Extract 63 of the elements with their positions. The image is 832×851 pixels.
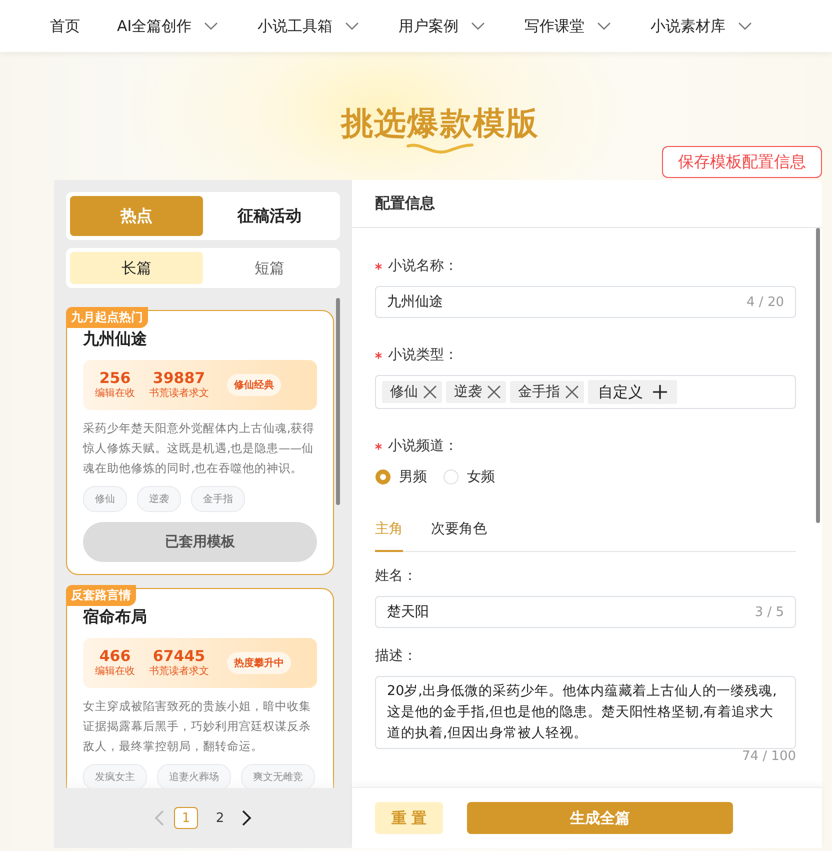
field-label: 姓名： (375, 567, 417, 585)
custom-genre-button[interactable]: 自定义 (588, 380, 677, 404)
stat-value: 67445 (152, 647, 206, 665)
nav-item[interactable]: 用户案例 (398, 16, 485, 36)
genre-tag: 发疯女主 (83, 764, 147, 788)
page-number[interactable]: 2 (208, 807, 232, 829)
save-template-button[interactable]: 保存模板配置信息 (662, 146, 822, 178)
chip-label: 金手指 (518, 383, 560, 401)
radio-label: 男频 (399, 468, 427, 486)
field-label: 小说类型： (388, 346, 458, 364)
length-tab[interactable]: 长篇 (70, 252, 203, 284)
card-description: 采药少年楚天阳意外觉醒体内上古仙魂,获得惊人修炼天赋。这既是机遇,也是隐患——仙魂在助他修炼的同时,也在吞噬他的神识。 (83, 420, 316, 477)
nav-item[interactable]: AI全篇创作 (117, 16, 218, 36)
genre-tag: 爽文无雌竞 (241, 764, 315, 788)
channel-radio[interactable]: 女频 (443, 468, 495, 486)
close-icon[interactable] (422, 384, 438, 400)
stat-label: 书荒读者求文 (149, 387, 209, 401)
stat-label: 编辑在收 (95, 665, 135, 679)
card-title: 宿命布局 (83, 607, 148, 628)
stat-value: 466 (99, 647, 131, 665)
radio-label: 女频 (467, 468, 495, 486)
stat-value: 39887 (152, 369, 206, 387)
channel-radio[interactable]: 男频 (375, 468, 427, 486)
nav-item[interactable]: 小说工具箱 (258, 16, 359, 36)
genre-tags-field[interactable]: 修仙 逆袭 金手指 自定义 (375, 375, 796, 409)
character-count: 3 / 5 (754, 604, 784, 620)
nav-item[interactable]: 小说素材库 (650, 16, 752, 36)
length-tab[interactable]: 短篇 (203, 252, 336, 284)
close-icon[interactable] (564, 384, 580, 400)
genre-tag: 追妻火葬场 (157, 764, 231, 788)
panel-title: 配置信息 (352, 180, 822, 228)
character-count: 74 / 100 (741, 749, 796, 764)
stat-label: 编辑在收 (95, 387, 135, 401)
genre-tag: 金手指 (191, 486, 245, 512)
stat-value: 256 (99, 369, 131, 387)
field-label: 小说名称： (388, 257, 458, 275)
genre-tag: 逆袭 (137, 486, 181, 512)
input-value: 楚天阳 (387, 603, 429, 621)
nav-item[interactable]: 首页 (50, 16, 80, 36)
character-tab[interactable]: 次要角色 (431, 514, 487, 552)
field-label: 描述： (375, 647, 417, 665)
next-page-icon[interactable] (242, 810, 252, 826)
highlight-pill: 热度攀升中 (227, 652, 291, 674)
card-title: 九州仙途 (83, 329, 148, 350)
novel-name-field[interactable]: 九州仙途 4 / 20 (375, 286, 796, 318)
category-tab[interactable]: 征稿活动 (203, 196, 336, 236)
chip-label: 逆袭 (454, 383, 482, 401)
field-label: 小说频道： (388, 437, 458, 455)
highlight-pill: 修仙经典 (227, 374, 281, 396)
card-badge: 反套路言情 (66, 585, 136, 606)
plus-icon (653, 385, 667, 399)
stat-label: 书荒读者求文 (149, 665, 209, 679)
input-value: 九州仙途 (387, 293, 443, 311)
character-count: 4 / 20 (746, 294, 784, 310)
card-description: 女主穿成被陷害致死的贵族小姐，暗中收集证据揭露幕后黑手，巧妙利用宫廷权谋反杀敌人，最终掌控朝局，翻转命运。 (83, 698, 312, 755)
chip-label: 修仙 (390, 383, 418, 401)
card-badge: 九月起点热门 (66, 307, 148, 328)
page-title: 挑选爆款模版 (341, 103, 539, 144)
description-textarea[interactable]: 20岁,出身低微的采药少年。他体内蕴藏着上古仙人的一缕残魂,这是他的金手指,但也是他的隐患。楚天阳性格坚韧,有着追求大道的执着,但因出身常被人轻视。 (375, 676, 796, 749)
close-icon[interactable] (486, 384, 502, 400)
genre-tag: 修仙 (83, 486, 127, 512)
nav-item[interactable]: 写作课堂 (524, 16, 611, 36)
character-name-field[interactable]: 楚天阳 3 / 5 (375, 596, 796, 628)
